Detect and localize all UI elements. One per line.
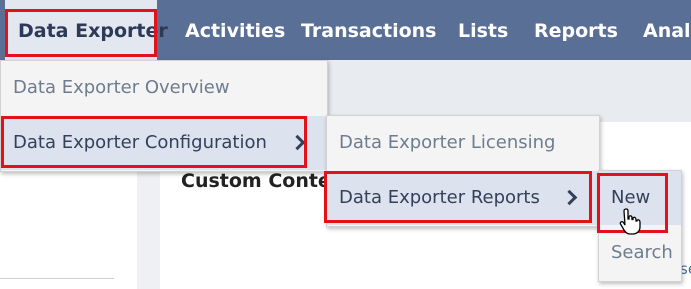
nav-item-activities[interactable]: Activities [185,0,285,60]
menu-item-label: Data Exporter Configuration [13,132,267,153]
nav-item-label: Lists [458,20,509,42]
menu-item-data-exporter-overview[interactable]: Data Exporter Overview [1,61,327,115]
dropdown-menu-data-exporter: Data Exporter Overview Data Exporter Con… [0,60,328,172]
nav-item-label: Analy [643,20,691,42]
menu-item-data-exporter-configuration[interactable]: Data Exporter Configuration [1,116,327,170]
menu-item-data-exporter-reports[interactable]: Data Exporter Reports [327,171,599,225]
nav-item-lists[interactable]: Lists [458,0,508,60]
chevron-right-icon [289,134,306,151]
nav-item-analytics[interactable]: Analy [643,0,691,60]
chevron-right-icon [561,189,578,206]
hand-cursor-icon [619,208,641,235]
divider [0,278,114,279]
menu-item-label: Data Exporter Licensing [339,132,556,153]
nav-item-reports[interactable]: Reports [534,0,618,60]
nav-item-label: Data Exporter [18,20,168,42]
menu-item-data-exporter-licensing[interactable]: Data Exporter Licensing [327,116,599,170]
menu-item-label: Data Exporter Overview [13,77,230,98]
menu-item-label: Data Exporter Reports [339,187,540,208]
custom-content-heading: Custom Content [181,170,326,192]
menu-item-label: Search [611,242,673,263]
menu-item-label: New [611,187,651,208]
nav-item-data-exporter[interactable]: Data Exporter [5,0,168,60]
submenu-configuration: Data Exporter Licensing Data Exporter Re… [326,115,600,227]
nav-item-label: Activities [185,20,286,42]
nav-item-label: Transactions [301,20,437,42]
top-nav-bar: Data Exporter Activities Transactions Li… [0,0,691,60]
nav-item-transactions[interactable]: Transactions [301,0,436,60]
nav-item-label: Reports [534,20,618,42]
